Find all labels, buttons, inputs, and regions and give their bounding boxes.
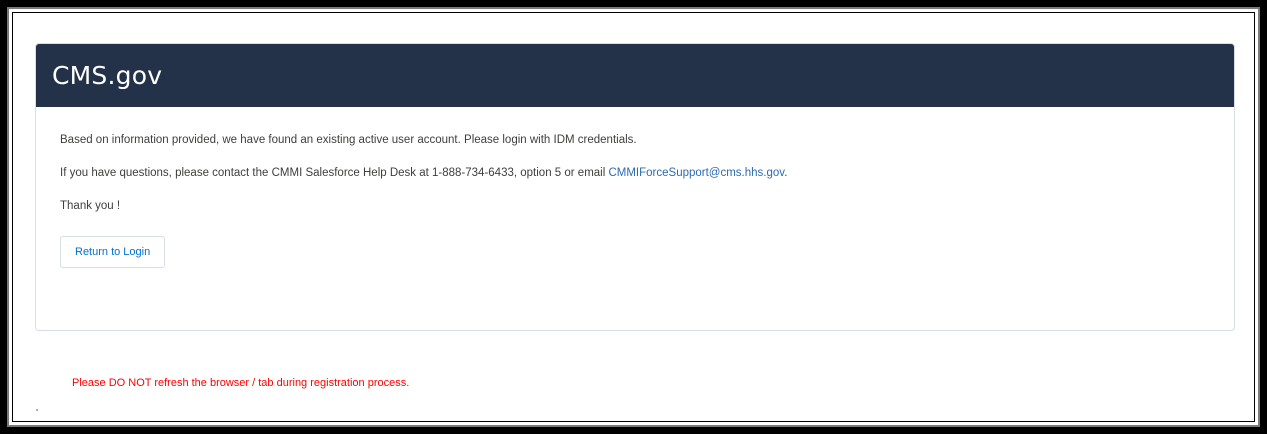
account-found-message: Based on information provided, we have f…: [60, 134, 637, 146]
support-email-link[interactable]: CMMIForceSupport@cms.hhs.gov: [608, 167, 784, 179]
card-body: Based on information provided, we have f…: [36, 107, 1234, 268]
refresh-warning: Please DO NOT refresh the browser / tab …: [72, 377, 410, 389]
help-desk-text: If you have questions, please contact th…: [60, 167, 609, 179]
message-card: CMS.gov Based on information provided, w…: [35, 43, 1235, 331]
thank-you-text: Thank you !: [60, 200, 121, 212]
brand-logo-text: CMS.gov: [52, 61, 163, 90]
help-desk-message: If you have questions, please contact th…: [60, 166, 1210, 180]
page-viewport: CMS.gov Based on information provided, w…: [7, 7, 1260, 427]
help-desk-period: .: [784, 167, 788, 179]
divider-speck: [36, 409, 38, 411]
return-to-login-button[interactable]: Return to Login: [60, 236, 166, 268]
card-header: CMS.gov: [36, 44, 1234, 107]
